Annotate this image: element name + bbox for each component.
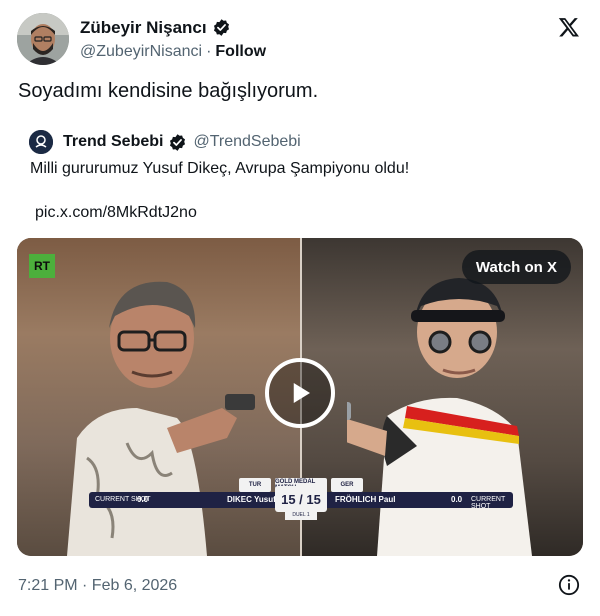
tweet-text: Soyadımı kendisine bağışlıyorum.: [18, 80, 319, 102]
scoreboard: TUR GOLD MEDAL MATCH GER CURRENT SHOT 0.…: [89, 478, 513, 522]
play-button[interactable]: [265, 358, 335, 428]
quoted-author: Trend Sebebi @TrendSebebi: [29, 130, 301, 154]
author-name[interactable]: Zübeyir Nişancı: [80, 18, 207, 38]
watch-on-x-button[interactable]: Watch on X: [461, 250, 571, 284]
right-athlete-name: FRÖHLICH Paul: [335, 495, 396, 504]
right-country: GER: [331, 478, 363, 492]
quoted-name[interactable]: Trend Sebebi: [63, 133, 163, 151]
quoted-media-link[interactable]: pic.x.com/8MkRdtJ2no: [35, 204, 197, 222]
left-country: TUR: [239, 478, 271, 492]
avatar-image: [17, 13, 69, 65]
play-icon: [293, 383, 310, 403]
x-logo-icon[interactable]: [558, 16, 580, 38]
duel-label: DUEL 1: [285, 510, 317, 520]
verified-badge-icon: [170, 133, 186, 151]
quoted-handle[interactable]: @TrendSebebi: [193, 133, 300, 151]
left-shot-value: 0.0: [137, 495, 149, 504]
author-header: Zübeyir Nişancı @ZubeyirNisanci · Follow: [17, 13, 266, 65]
trend-logo-icon: [29, 130, 53, 154]
left-athlete-name: DIKEC Yusuf: [227, 495, 276, 504]
author-handle[interactable]: @ZubeyirNisanci: [80, 43, 202, 60]
right-shot-label: CURRENT SHOT: [471, 496, 506, 510]
separator: ·: [206, 42, 212, 60]
follow-button[interactable]: Follow: [215, 43, 266, 60]
rt-watermark: RT: [29, 254, 55, 278]
quoted-text: Milli gururumuz Yusuf Dikeç, Avrupa Şamp…: [30, 160, 410, 177]
verified-badge-icon: [213, 19, 229, 36]
author-avatar[interactable]: [17, 13, 69, 65]
quoted-avatar[interactable]: [29, 130, 53, 154]
info-icon[interactable]: [558, 574, 580, 596]
match-score: 15 / 15: [275, 486, 327, 512]
video-player[interactable]: RT Watch on X TUR GOLD MEDAL MATCH GER C…: [17, 238, 583, 556]
tweet-timestamp[interactable]: 7:21 PM · Feb 6, 2026: [18, 577, 177, 595]
quoted-tweet[interactable]: Trend Sebebi @TrendSebebi Milli gururumu…: [17, 118, 583, 558]
right-shot-value: 0.0: [451, 495, 463, 504]
